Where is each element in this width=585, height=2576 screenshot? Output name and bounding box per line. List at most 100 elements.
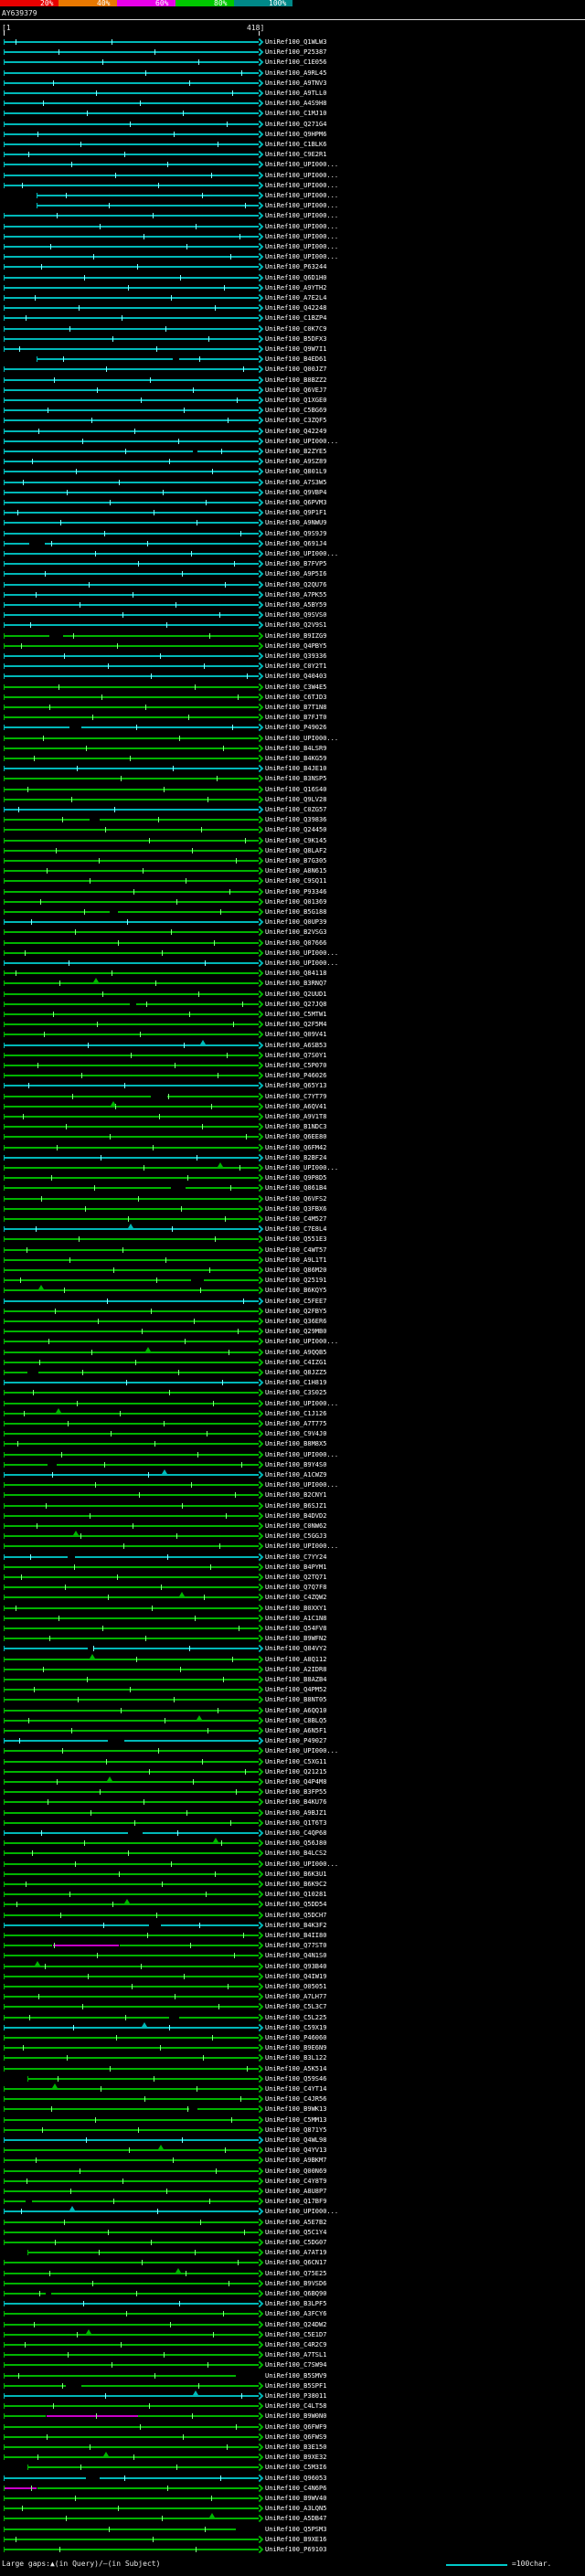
- hit-label[interactable]: UniRef100_P25387: [265, 48, 326, 56]
- hit-label[interactable]: UniRef100_C5M3I6: [265, 2464, 326, 2471]
- hit-bar[interactable]: [4, 1811, 259, 1814]
- hit-label[interactable]: UniRef100_C0K7C9: [265, 325, 326, 333]
- hit-label[interactable]: UniRef100_B6KQY5: [265, 1287, 326, 1294]
- hit-label[interactable]: UniRef100_Q6FM42: [265, 1144, 326, 1151]
- hit-bar[interactable]: [4, 1167, 259, 1169]
- hit-label[interactable]: UniRef100_A7T775: [265, 1420, 326, 1427]
- hit-bar[interactable]: [4, 2149, 259, 2152]
- hit-label[interactable]: UniRef100_B7T1N8: [265, 704, 326, 711]
- hit-bar[interactable]: [4, 2323, 259, 2326]
- hit-label[interactable]: UniRef100_Q2QU76: [265, 581, 326, 588]
- hit-bar[interactable]: [4, 1996, 259, 1998]
- hit-bar[interactable]: [4, 297, 259, 299]
- hit-bar[interactable]: [4, 1013, 259, 1015]
- hit-label[interactable]: UniRef100_C5FEE7: [265, 1298, 326, 1305]
- hit-bar[interactable]: [4, 1719, 259, 1722]
- hit-label[interactable]: UniRef100_Q27JQ8: [265, 1001, 326, 1008]
- hit-label[interactable]: UniRef100_Q42248: [265, 304, 326, 312]
- hit-bar[interactable]: [4, 337, 259, 340]
- hit-bar[interactable]: [4, 870, 259, 873]
- hit-bar[interactable]: [4, 1679, 259, 1680]
- hit-label[interactable]: UniRef100_B3FP55: [265, 1788, 326, 1796]
- hit-label[interactable]: UniRef100_P46026: [265, 1072, 326, 1079]
- hit-label[interactable]: UniRef100_Q09V41: [265, 1031, 326, 1038]
- hit-bar[interactable]: [4, 1525, 259, 1527]
- hit-bar[interactable]: [4, 695, 259, 698]
- hit-label[interactable]: UniRef100_Q5PSM3: [265, 2526, 326, 2533]
- hit-bar[interactable]: [4, 604, 259, 606]
- hit-label[interactable]: UniRef100_A4S9H8: [265, 100, 326, 107]
- hit-bar[interactable]: [4, 61, 259, 64]
- hit-label[interactable]: UniRef100_Q36ER6: [265, 1318, 326, 1325]
- hit-label[interactable]: UniRef100_B4LSR9: [265, 745, 326, 752]
- hit-label[interactable]: UniRef100_B9Y4S0: [265, 1461, 326, 1468]
- hit-bar[interactable]: [4, 1065, 259, 1066]
- hit-label[interactable]: UniRef100_UPI000...: [265, 735, 338, 742]
- hit-bar[interactable]: [4, 685, 259, 688]
- hit-label[interactable]: UniRef100_C3ZQF5: [265, 417, 326, 424]
- hit-bar[interactable]: [4, 1730, 259, 1732]
- hit-bar[interactable]: [4, 502, 259, 504]
- hit-label[interactable]: UniRef100_UPI000...: [265, 1860, 338, 1868]
- hit-bar[interactable]: [4, 593, 259, 596]
- hit-bar[interactable]: [4, 2303, 259, 2306]
- hit-label[interactable]: UniRef100_C4WT57: [265, 1246, 326, 1254]
- hit-label[interactable]: UniRef100_UPI000...: [265, 1164, 338, 1171]
- hit-label[interactable]: UniRef100_Q8JZZ5: [265, 1369, 326, 1376]
- hit-bar[interactable]: [4, 2098, 259, 2101]
- hit-bar[interactable]: [4, 286, 259, 289]
- hit-bar[interactable]: [4, 215, 259, 217]
- hit-label[interactable]: UniRef100_Q6PVM3: [265, 499, 326, 506]
- hit-label[interactable]: UniRef100_Q01369: [265, 898, 326, 906]
- hit-label[interactable]: UniRef100_A5BY59: [265, 601, 326, 609]
- hit-label[interactable]: UniRef100_B3NSP5: [265, 775, 326, 782]
- hit-label[interactable]: UniRef100_Q1T6T3: [265, 1819, 326, 1827]
- hit-label[interactable]: UniRef100_A9QQB5: [265, 1349, 326, 1356]
- hit-label[interactable]: UniRef100_B8AZB4: [265, 1676, 326, 1683]
- hit-label[interactable]: UniRef100_Q9P1F1: [265, 509, 326, 516]
- hit-label[interactable]: UniRef100_A6SB53: [265, 1042, 326, 1049]
- hit-label[interactable]: UniRef100_Q7S0Y1: [265, 1052, 326, 1059]
- hit-bar[interactable]: [4, 675, 259, 678]
- hit-label[interactable]: UniRef100_A9RL45: [265, 69, 326, 77]
- hit-label[interactable]: UniRef100_UPI000...: [265, 1451, 338, 1458]
- hit-bar[interactable]: [120, 1945, 259, 1947]
- hit-bar[interactable]: [4, 706, 259, 708]
- hit-bar[interactable]: [4, 553, 259, 555]
- hit-label[interactable]: UniRef100_A9BJZ1: [265, 1809, 326, 1817]
- hit-label[interactable]: UniRef100_Q6CN17: [265, 2259, 326, 2266]
- hit-label[interactable]: UniRef100_Q00JZ7: [265, 366, 326, 373]
- hit-bar[interactable]: [4, 2262, 259, 2264]
- hit-bar[interactable]: [4, 972, 259, 975]
- hit-bar[interactable]: [4, 317, 259, 320]
- hit-label[interactable]: UniRef100_UPI000...: [265, 2208, 338, 2215]
- hit-bar[interactable]: [4, 1565, 259, 1568]
- hit-label[interactable]: UniRef100_Q40403: [265, 673, 326, 680]
- hit-label[interactable]: UniRef100_C1E056: [265, 58, 326, 66]
- hit-bar[interactable]: [4, 982, 259, 985]
- hit-label[interactable]: UniRef100_B6SJZ1: [265, 1502, 326, 1510]
- hit-bar[interactable]: [4, 819, 259, 822]
- hit-bar[interactable]: [4, 133, 259, 135]
- hit-bar[interactable]: [4, 1443, 259, 1446]
- hit-label[interactable]: UniRef100_Q4P4M8: [265, 1778, 326, 1786]
- hit-label[interactable]: UniRef100_A6QQ10: [265, 1707, 326, 1714]
- hit-bar[interactable]: [4, 1484, 259, 1487]
- hit-label[interactable]: UniRef100_B5G188: [265, 908, 326, 916]
- hit-label[interactable]: UniRef100_Q691J4: [265, 540, 326, 547]
- hit-bar[interactable]: [4, 2037, 259, 2039]
- hit-bar[interactable]: [4, 900, 259, 903]
- hit-bar[interactable]: [4, 1535, 259, 1538]
- hit-label[interactable]: UniRef100_Q39836: [265, 816, 326, 823]
- hit-label[interactable]: UniRef100_C1MJ10: [265, 110, 326, 117]
- hit-bar[interactable]: [4, 563, 259, 566]
- hit-label[interactable]: UniRef100_Q24450: [265, 826, 326, 833]
- hit-bar[interactable]: [4, 2169, 259, 2172]
- hit-label[interactable]: UniRef100_UPI000...: [265, 1747, 338, 1754]
- hit-label[interactable]: UniRef100_C1BZP4: [265, 314, 326, 322]
- hit-label[interactable]: UniRef100_B1NDC3: [265, 1123, 326, 1130]
- hit-bar[interactable]: [4, 1402, 259, 1405]
- hit-bar[interactable]: [4, 92, 259, 94]
- hit-label[interactable]: UniRef100_A9V1T8: [265, 1113, 326, 1120]
- hit-bar[interactable]: [4, 419, 259, 422]
